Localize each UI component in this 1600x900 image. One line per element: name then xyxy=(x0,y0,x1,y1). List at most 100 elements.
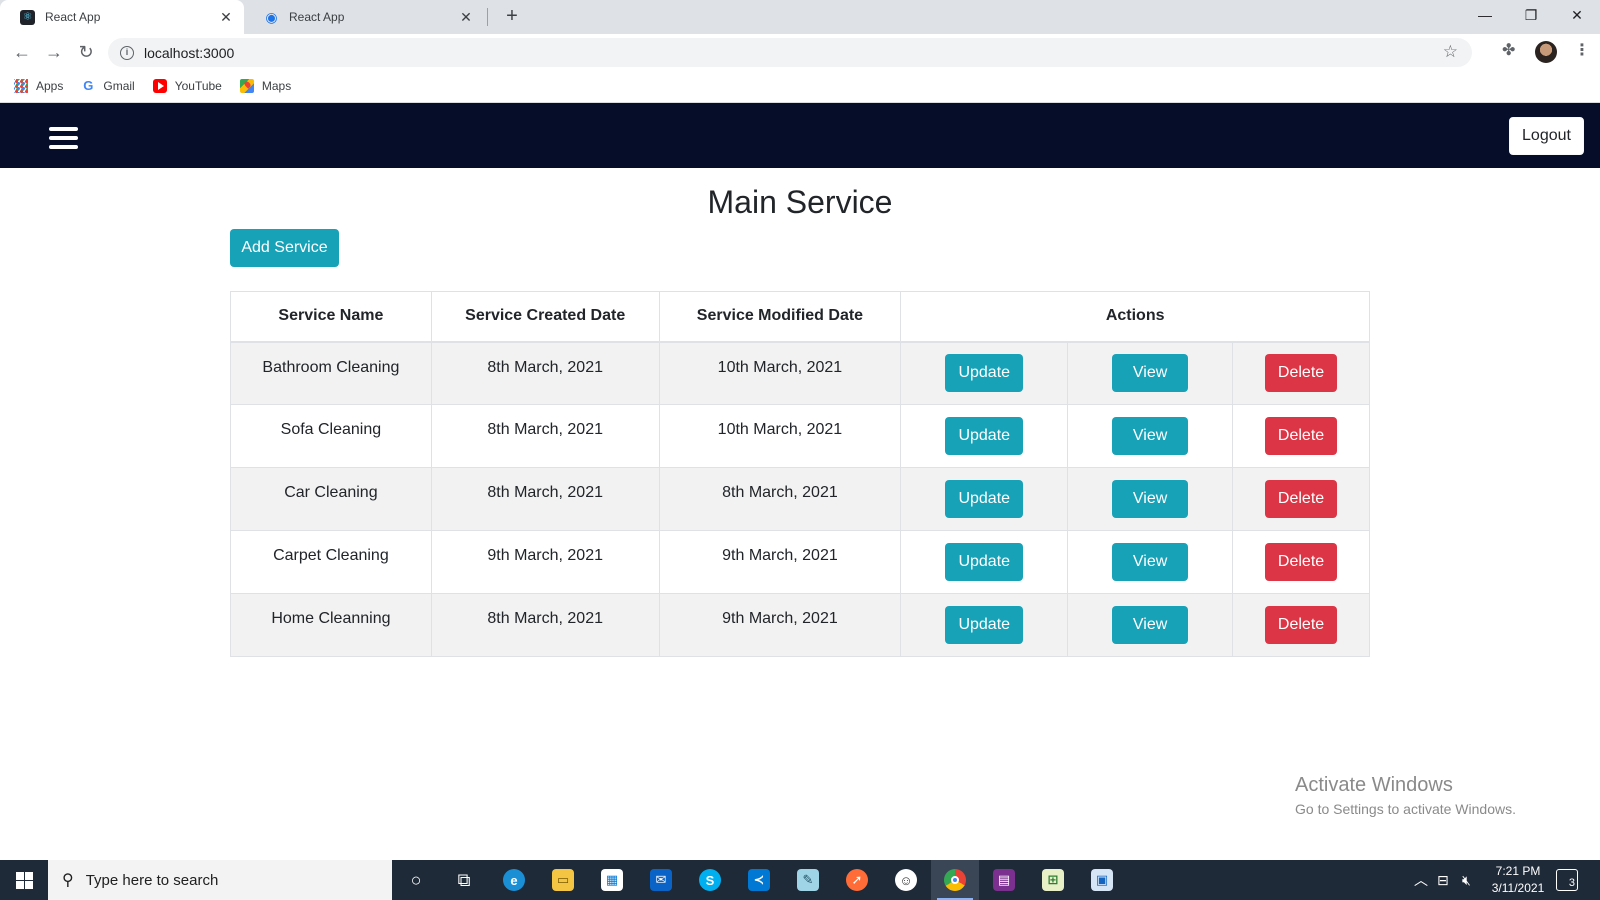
bookmark-gmail[interactable]: G Gmail xyxy=(81,78,135,94)
network-icon[interactable]: ⊟ xyxy=(1437,860,1449,900)
sheets-app-icon[interactable]: ⊞ xyxy=(1029,860,1077,900)
forward-arrow-icon[interactable]: → xyxy=(42,40,66,64)
view-button[interactable]: View xyxy=(1112,480,1189,518)
minimize-icon[interactable]: — xyxy=(1462,0,1508,30)
update-button[interactable]: Update xyxy=(945,417,1024,455)
info-icon[interactable]: i xyxy=(120,45,134,60)
delete-button[interactable]: Delete xyxy=(1265,480,1338,518)
modified-date: 10th March, 2021 xyxy=(658,404,902,468)
youtube-icon xyxy=(152,79,167,93)
volume-muted-icon[interactable]: 🔇︎ xyxy=(1462,860,1471,900)
windows-taskbar: ⚲ Type here to search ○ ⧉ e ▭ ▦ ✉ S ≺ ✎ … xyxy=(0,860,1600,900)
start-button[interactable] xyxy=(0,860,48,900)
delete-button[interactable]: Delete xyxy=(1265,543,1338,581)
clock-date: 3/11/2021 xyxy=(1491,881,1545,895)
close-tab-icon[interactable]: ✕ xyxy=(218,9,234,25)
table-row: Home Cleanning 8th March, 2021 9th March… xyxy=(230,593,1370,657)
skype-icon[interactable]: S xyxy=(686,860,734,900)
watermark-subtitle: Go to Settings to activate Windows. xyxy=(1295,801,1516,817)
delete-cell: Delete xyxy=(1232,467,1370,531)
tab-divider xyxy=(487,8,488,26)
service-name: Sofa Cleaning xyxy=(230,404,432,468)
bookmark-maps[interactable]: Maps xyxy=(239,79,292,93)
bookmark-star-icon[interactable]: ☆ xyxy=(1443,42,1458,62)
reload-icon[interactable]: ↻ xyxy=(74,40,98,64)
view-button[interactable]: View xyxy=(1112,417,1189,455)
address-bar[interactable]: i localhost:3000 ☆ xyxy=(108,38,1472,67)
view-button[interactable]: View xyxy=(1112,354,1189,393)
bookmark-youtube[interactable]: YouTube xyxy=(152,79,222,93)
update-button[interactable]: Update xyxy=(945,480,1024,518)
view-button[interactable]: View xyxy=(1112,543,1189,581)
mail-icon[interactable]: ✉ xyxy=(637,860,685,900)
bookmark-apps[interactable]: Apps xyxy=(14,79,63,93)
table-row: Car Cleaning 8th March, 2021 8th March, … xyxy=(230,467,1370,531)
view-cell: View xyxy=(1067,341,1234,405)
image-viewer-icon[interactable]: ▣ xyxy=(1078,860,1126,900)
service-name: Bathroom Cleaning xyxy=(230,341,432,405)
globe-icon: ◉ xyxy=(265,9,278,25)
delete-cell: Delete xyxy=(1232,341,1370,405)
system-clock[interactable]: 7:21 PM 3/11/2021 xyxy=(1482,863,1554,897)
vscode-icon[interactable]: ≺ xyxy=(735,860,783,900)
bookmark-label: YouTube xyxy=(174,79,222,93)
url-text: localhost:3000 xyxy=(144,44,235,61)
tab-title: React App xyxy=(289,10,345,24)
more-menu-icon[interactable]: ⋮ xyxy=(1574,40,1590,60)
file-explorer-icon[interactable]: ▭ xyxy=(539,860,587,900)
page-title: Main Service xyxy=(707,184,893,220)
google-icon: G xyxy=(83,78,94,93)
task-view-icon[interactable]: ⧉ xyxy=(440,860,488,900)
restore-icon[interactable]: ❐ xyxy=(1508,0,1554,30)
tray-chevron-icon[interactable]: ︿ xyxy=(1414,860,1428,900)
profile-avatar[interactable] xyxy=(1535,41,1557,63)
activate-windows-watermark: Activate Windows Go to Settings to activ… xyxy=(1295,774,1516,817)
cortana-icon[interactable]: ○ xyxy=(392,860,440,900)
chrome-icon[interactable] xyxy=(931,860,979,900)
github-desktop-icon[interactable]: ☺ xyxy=(882,860,930,900)
created-date: 9th March, 2021 xyxy=(430,530,660,594)
notes-app-icon[interactable]: ✎ xyxy=(784,860,832,900)
winrar-icon[interactable]: ▤ xyxy=(980,860,1028,900)
browser-tab-1[interactable]: ⚛ React App ✕ xyxy=(0,0,244,34)
table-row: Sofa Cleaning 8th March, 2021 10th March… xyxy=(230,404,1370,468)
view-cell: View xyxy=(1067,530,1234,594)
created-date: 8th March, 2021 xyxy=(430,404,660,468)
back-arrow-icon[interactable]: ← xyxy=(10,40,34,64)
extensions-icon[interactable]: ✤ xyxy=(1502,40,1515,60)
update-button[interactable]: Update xyxy=(945,606,1024,644)
view-button[interactable]: View xyxy=(1112,606,1189,644)
delete-button[interactable]: Delete xyxy=(1265,606,1338,644)
hamburger-menu-icon[interactable] xyxy=(49,127,78,150)
update-button[interactable]: Update xyxy=(945,543,1024,581)
update-button[interactable]: Update xyxy=(945,354,1024,393)
add-service-button[interactable]: Add Service xyxy=(230,229,339,267)
search-placeholder: Type here to search xyxy=(85,871,219,889)
logout-button[interactable]: Logout xyxy=(1509,117,1584,155)
browser-tab-2[interactable]: ◉ React App ✕ xyxy=(244,0,484,34)
store-icon[interactable]: ▦ xyxy=(588,860,636,900)
window-close-icon[interactable]: ✕ xyxy=(1554,0,1600,30)
react-icon: ⚛ xyxy=(20,9,35,25)
service-name: Carpet Cleaning xyxy=(230,530,432,594)
action-center-icon[interactable]: 3 xyxy=(1556,869,1578,891)
header-created-date: Service Created Date xyxy=(430,291,660,343)
header-modified-date: Service Modified Date xyxy=(658,291,902,343)
delete-button[interactable]: Delete xyxy=(1265,354,1338,393)
bookmark-label: Maps xyxy=(261,79,292,93)
maps-icon xyxy=(239,79,254,93)
update-cell: Update xyxy=(900,404,1069,468)
created-date: 8th March, 2021 xyxy=(430,341,660,405)
edge-icon[interactable]: e xyxy=(490,860,538,900)
bookmark-label: Gmail xyxy=(103,79,135,93)
new-tab-icon[interactable]: + xyxy=(500,5,524,29)
browser-toolbar: ← → ↻ i localhost:3000 ☆ xyxy=(0,34,1600,70)
taskbar-search-box[interactable]: ⚲ Type here to search xyxy=(48,860,392,900)
close-tab-icon[interactable]: ✕ xyxy=(458,9,474,25)
header-service-name: Service Name xyxy=(230,291,432,343)
delete-cell: Delete xyxy=(1232,404,1370,468)
table-row: Carpet Cleaning 9th March, 2021 9th Marc… xyxy=(230,530,1370,594)
watermark-title: Activate Windows xyxy=(1295,774,1453,796)
postman-icon[interactable]: ➚ xyxy=(833,860,881,900)
delete-button[interactable]: Delete xyxy=(1265,417,1338,455)
